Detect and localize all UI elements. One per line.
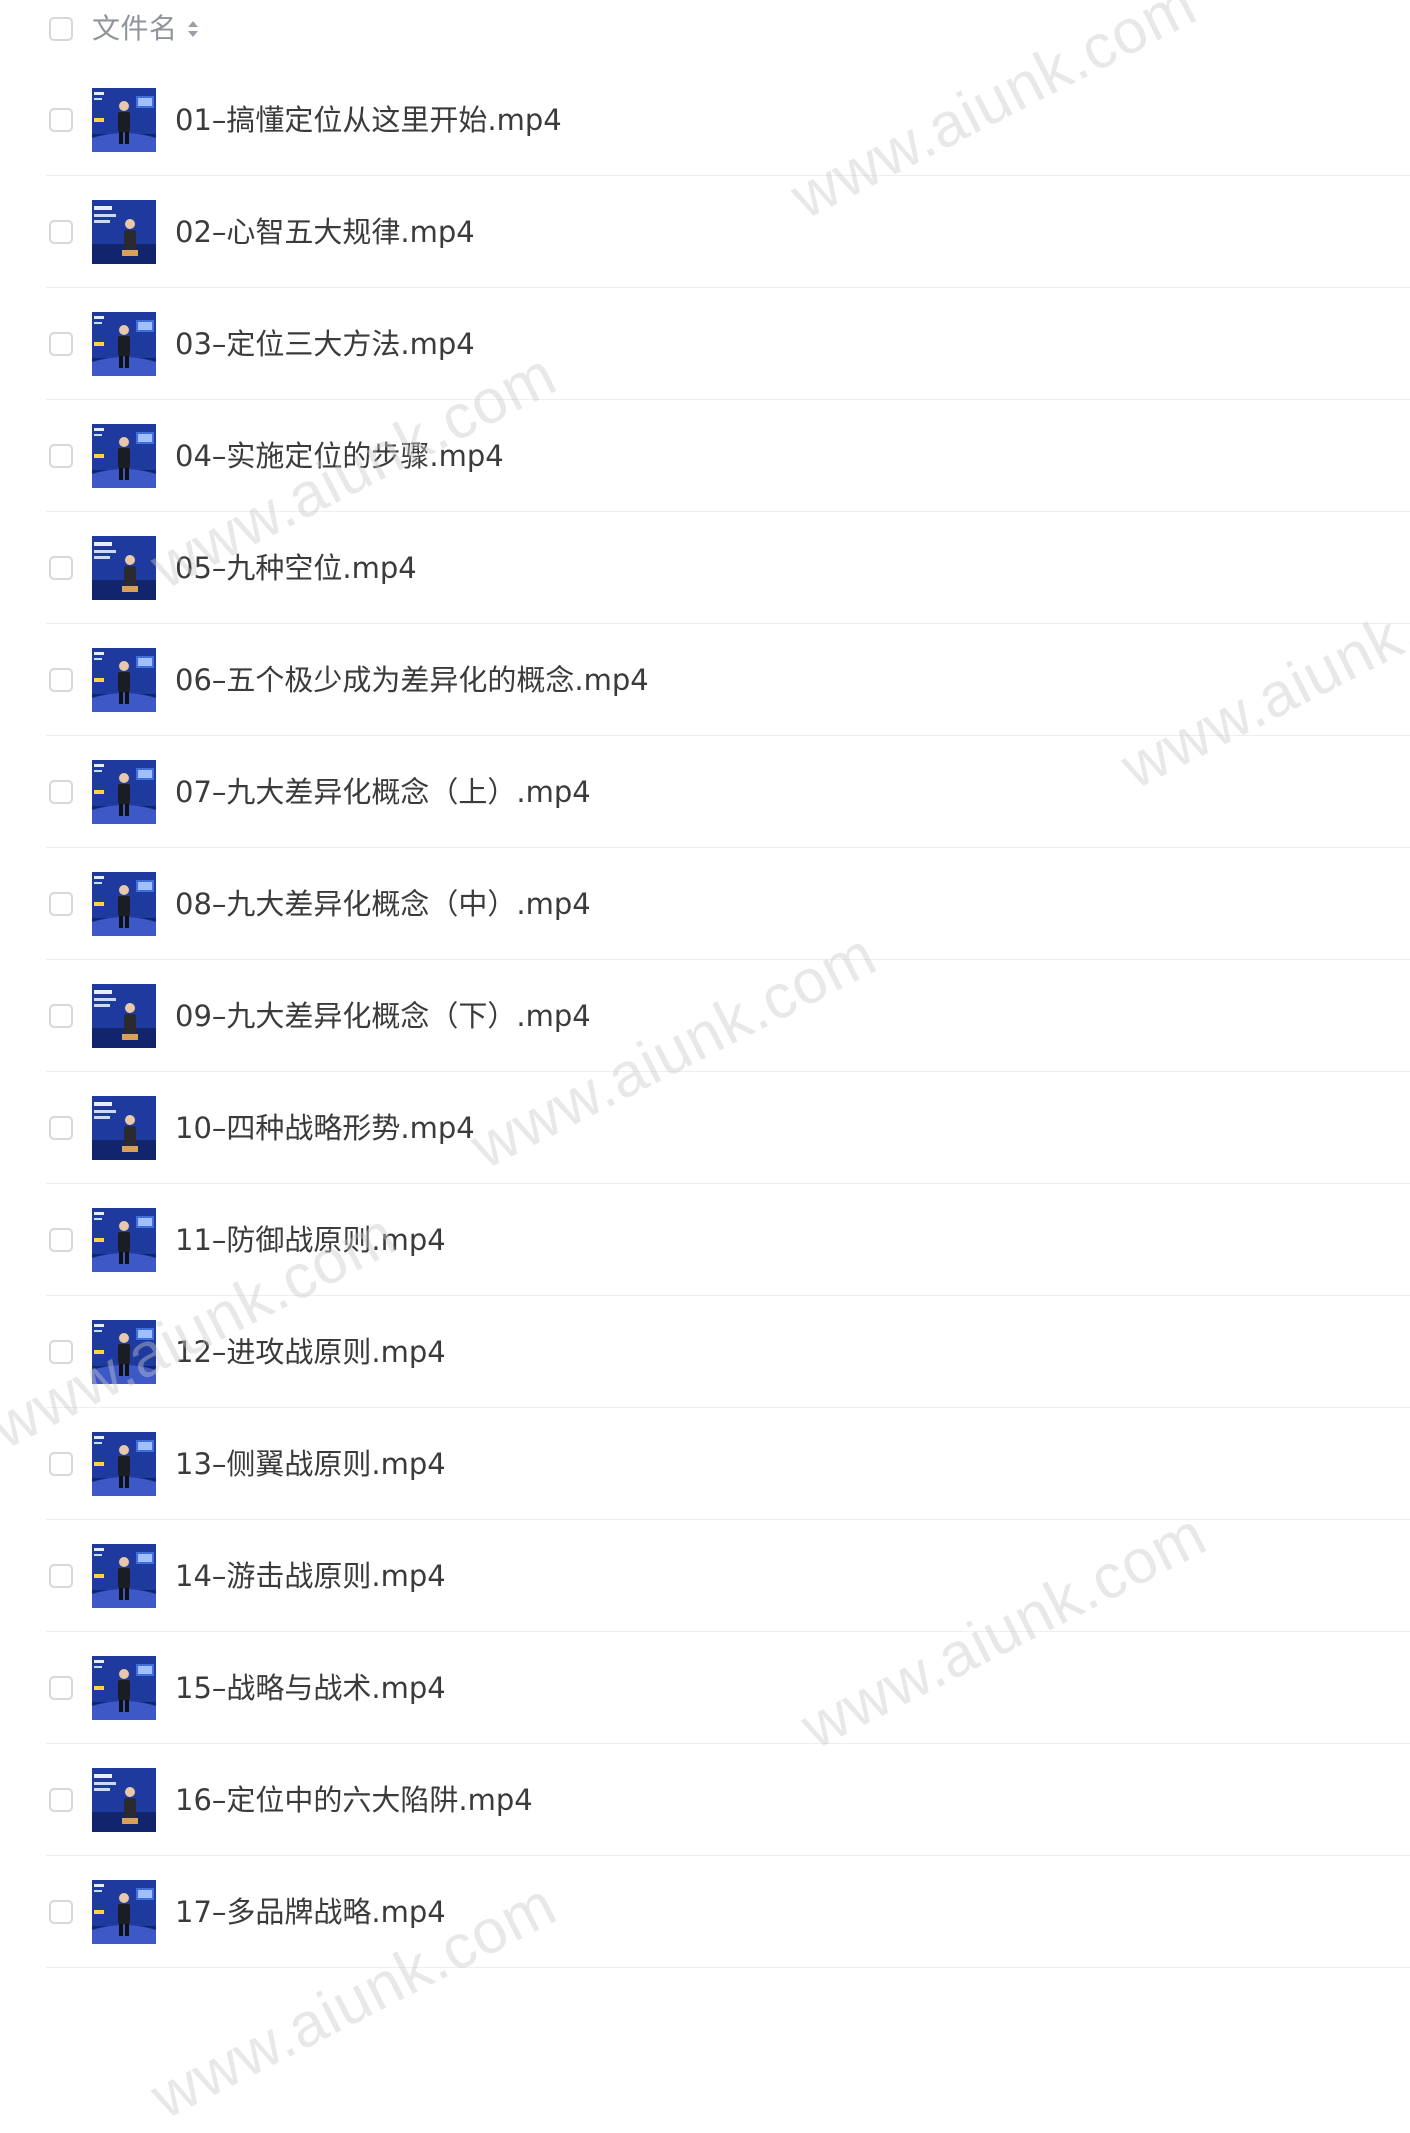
row-checkbox[interactable] — [49, 668, 73, 692]
file-name-link[interactable]: 14–游击战原则.mp4 — [175, 1556, 446, 1596]
video-thumbnail[interactable] — [92, 1096, 156, 1160]
file-row[interactable]: 03–定位三大方法.mp4 — [0, 288, 1410, 400]
video-thumbnail[interactable] — [92, 1208, 156, 1272]
file-name-link[interactable]: 04–实施定位的步骤.mp4 — [175, 436, 504, 476]
video-thumbnail[interactable] — [92, 200, 156, 264]
video-thumbnail[interactable] — [92, 424, 156, 488]
row-checkbox[interactable] — [49, 1116, 73, 1140]
row-checkbox[interactable] — [49, 1228, 73, 1252]
file-row[interactable]: 15–战略与战术.mp4 — [0, 1632, 1410, 1744]
file-row[interactable]: 07–九大差异化概念（上）.mp4 — [0, 736, 1410, 848]
file-name-link[interactable]: 06–五个极少成为差异化的概念.mp4 — [175, 660, 649, 700]
file-row[interactable]: 04–实施定位的步骤.mp4 — [0, 400, 1410, 512]
file-row[interactable]: 06–五个极少成为差异化的概念.mp4 — [0, 624, 1410, 736]
row-checkbox[interactable] — [49, 556, 73, 580]
file-list: 文件名 01–搞懂定位从这里开始.mp4 02–心智五大规律.mp4 03–定位三大… — [0, 0, 1410, 1968]
video-thumbnail[interactable] — [92, 1320, 156, 1384]
video-thumbnail[interactable] — [92, 760, 156, 824]
row-checkbox[interactable] — [49, 1676, 73, 1700]
file-name-link[interactable]: 11–防御战原则.mp4 — [175, 1220, 446, 1260]
row-checkbox[interactable] — [49, 108, 73, 132]
select-all-checkbox[interactable] — [49, 17, 73, 41]
file-row[interactable]: 08–九大差异化概念（中）.mp4 — [0, 848, 1410, 960]
file-name-link[interactable]: 16–定位中的六大陷阱.mp4 — [175, 1780, 533, 1820]
video-thumbnail[interactable] — [92, 1432, 156, 1496]
video-thumbnail[interactable] — [92, 872, 156, 936]
row-checkbox[interactable] — [49, 1004, 73, 1028]
video-thumbnail[interactable] — [92, 536, 156, 600]
file-name-link[interactable]: 15–战略与战术.mp4 — [175, 1668, 446, 1708]
file-name-link[interactable]: 10–四种战略形势.mp4 — [175, 1108, 475, 1148]
row-checkbox[interactable] — [49, 1900, 73, 1924]
row-checkbox[interactable] — [49, 892, 73, 916]
row-checkbox[interactable] — [49, 220, 73, 244]
file-row[interactable]: 16–定位中的六大陷阱.mp4 — [0, 1744, 1410, 1856]
file-name-link[interactable]: 07–九大差异化概念（上）.mp4 — [175, 772, 591, 812]
file-row[interactable]: 05–九种空位.mp4 — [0, 512, 1410, 624]
file-row[interactable]: 17–多品牌战略.mp4 — [0, 1856, 1410, 1968]
file-name-link[interactable]: 03–定位三大方法.mp4 — [175, 324, 475, 364]
video-thumbnail[interactable] — [92, 648, 156, 712]
video-thumbnail[interactable] — [92, 1880, 156, 1944]
file-row[interactable]: 12–进攻战原则.mp4 — [0, 1296, 1410, 1408]
video-thumbnail[interactable] — [92, 1544, 156, 1608]
row-checkbox[interactable] — [49, 1788, 73, 1812]
row-checkbox[interactable] — [49, 780, 73, 804]
video-thumbnail[interactable] — [92, 1768, 156, 1832]
file-row[interactable]: 01–搞懂定位从这里开始.mp4 — [0, 64, 1410, 176]
file-name-link[interactable]: 05–九种空位.mp4 — [175, 548, 417, 588]
row-checkbox[interactable] — [49, 1452, 73, 1476]
video-thumbnail[interactable] — [92, 312, 156, 376]
video-thumbnail[interactable] — [92, 88, 156, 152]
row-checkbox[interactable] — [49, 332, 73, 356]
column-header-filename[interactable]: 文件名 — [92, 11, 178, 47]
file-row[interactable]: 02–心智五大规律.mp4 — [0, 176, 1410, 288]
file-name-link[interactable]: 17–多品牌战略.mp4 — [175, 1892, 446, 1932]
file-name-link[interactable]: 12–进攻战原则.mp4 — [175, 1332, 446, 1372]
row-divider — [46, 1967, 1410, 1968]
file-row[interactable]: 10–四种战略形势.mp4 — [0, 1072, 1410, 1184]
file-row[interactable]: 11–防御战原则.mp4 — [0, 1184, 1410, 1296]
file-name-link[interactable]: 13–侧翼战原则.mp4 — [175, 1444, 446, 1484]
file-name-link[interactable]: 09–九大差异化概念（下）.mp4 — [175, 996, 591, 1036]
file-row[interactable]: 09–九大差异化概念（下）.mp4 — [0, 960, 1410, 1072]
file-row[interactable]: 13–侧翼战原则.mp4 — [0, 1408, 1410, 1520]
row-checkbox[interactable] — [49, 444, 73, 468]
file-name-link[interactable]: 08–九大差异化概念（中）.mp4 — [175, 884, 591, 924]
video-thumbnail[interactable] — [92, 984, 156, 1048]
file-name-link[interactable]: 02–心智五大规律.mp4 — [175, 212, 475, 252]
file-name-link[interactable]: 01–搞懂定位从这里开始.mp4 — [175, 100, 562, 140]
row-checkbox[interactable] — [49, 1340, 73, 1364]
file-row[interactable]: 14–游击战原则.mp4 — [0, 1520, 1410, 1632]
row-checkbox[interactable] — [49, 1564, 73, 1588]
sort-updown-icon[interactable] — [187, 17, 199, 41]
list-header: 文件名 — [0, 0, 1410, 58]
video-thumbnail[interactable] — [92, 1656, 156, 1720]
